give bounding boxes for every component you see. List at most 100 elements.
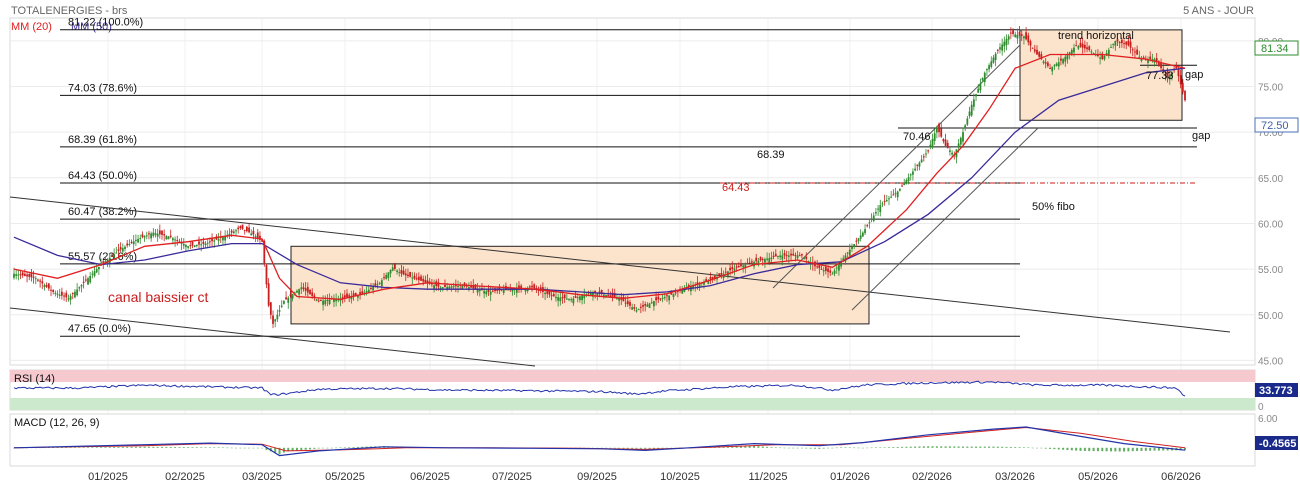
- macd-histogram-bar: [221, 447, 224, 449]
- candle-down: [1175, 67, 1178, 69]
- candle-down: [361, 291, 364, 294]
- candle-down: [794, 255, 797, 257]
- macd-histogram-bar: [879, 447, 882, 448]
- macd-histogram-bar: [126, 446, 129, 448]
- macd-histogram-bar: [761, 446, 764, 448]
- macd-histogram-bar: [961, 446, 964, 448]
- macd-histogram-bar: [1035, 447, 1038, 449]
- candle-down: [141, 234, 144, 238]
- price-tick-label: 50.00: [1258, 311, 1283, 322]
- candle-up: [115, 252, 118, 254]
- price-tick-label: 45.00: [1258, 356, 1283, 367]
- macd-histogram-bar: [91, 447, 94, 448]
- candle-down: [996, 49, 999, 51]
- macd-histogram-bar: [770, 447, 773, 448]
- candle-down: [1025, 32, 1028, 40]
- candle-up: [966, 118, 969, 125]
- candle-up: [91, 273, 94, 275]
- candle-up: [635, 310, 638, 312]
- candle-up: [450, 286, 453, 288]
- candle-up: [851, 246, 853, 249]
- candle-down: [407, 274, 409, 277]
- candle-down: [267, 283, 270, 306]
- candle-up: [581, 295, 583, 301]
- candle-down: [352, 293, 355, 296]
- candle-down: [528, 286, 531, 288]
- candle-up: [1077, 46, 1080, 49]
- candle-up: [957, 143, 960, 147]
- candle-up: [777, 255, 779, 257]
- candle-down: [252, 230, 255, 235]
- candle-down: [474, 284, 477, 289]
- macd-histogram-bar: [905, 446, 908, 448]
- candle-down: [563, 294, 566, 299]
- candle-down: [256, 232, 259, 239]
- macd-histogram-bar: [330, 447, 333, 449]
- candle-down: [561, 297, 564, 299]
- candle-down: [111, 255, 113, 257]
- candle-up: [1042, 61, 1045, 63]
- candle-down: [309, 290, 311, 295]
- candle-up: [250, 233, 253, 236]
- macd-histogram-bar: [657, 447, 660, 449]
- candle-down: [198, 241, 200, 245]
- candle-up: [1107, 49, 1110, 55]
- candle-down: [52, 290, 55, 292]
- candle-down: [304, 288, 307, 291]
- macd-histogram-bar: [1005, 446, 1008, 448]
- candle-up: [76, 289, 79, 296]
- x-tick-label: 02/2026: [912, 471, 952, 483]
- macd-histogram-bar: [1105, 447, 1108, 452]
- candle-down: [735, 266, 738, 268]
- candle-up: [387, 272, 390, 278]
- candle-down: [211, 238, 213, 242]
- macd-histogram-bar: [1157, 447, 1160, 451]
- candle-down: [1125, 41, 1128, 45]
- current-price-value: 72.50: [1261, 120, 1289, 132]
- candle-up: [557, 297, 560, 301]
- candle-up: [274, 319, 277, 322]
- candle-up: [742, 265, 745, 268]
- candle-up: [857, 238, 860, 242]
- candle-down: [940, 128, 943, 137]
- candle-up: [565, 298, 568, 300]
- macd-histogram-bar: [1027, 447, 1030, 448]
- candle-up: [365, 291, 368, 293]
- candle-down: [71, 293, 74, 295]
- candle-up: [121, 248, 124, 252]
- macd-histogram-bar: [1127, 447, 1130, 452]
- candle-up: [441, 287, 444, 289]
- macd-histogram-bar: [161, 446, 164, 448]
- candle-down: [642, 304, 644, 307]
- macd-histogram-bar: [1001, 446, 1004, 448]
- candle-down: [724, 271, 727, 273]
- macd-histogram-bar: [152, 446, 155, 448]
- candle-up: [43, 285, 46, 288]
- candle-down: [1060, 58, 1062, 61]
- candle-down: [359, 292, 361, 295]
- candle-up: [864, 229, 866, 234]
- candle-down: [148, 233, 150, 235]
- candle-down: [239, 226, 242, 229]
- fibonacci-label: 55.57 (23.6%): [68, 251, 137, 263]
- candle-down: [629, 302, 631, 306]
- fibonacci-label: 47.65 (0.0%): [68, 323, 131, 335]
- candle-up: [213, 240, 216, 242]
- candle-up: [78, 287, 81, 289]
- candle-up: [853, 244, 856, 247]
- macd-histogram-bar: [1075, 447, 1078, 451]
- candle-up: [206, 242, 209, 244]
- candle-down: [269, 302, 272, 315]
- macd-histogram-bar: [766, 446, 769, 448]
- macd-histogram-bar: [944, 446, 947, 448]
- macd-histogram-bar: [979, 446, 982, 448]
- macd-histogram-bar: [1144, 447, 1147, 451]
- candle-up: [653, 301, 655, 307]
- candle-down: [1049, 68, 1051, 70]
- macd-histogram-bar: [914, 446, 917, 448]
- macd-histogram-bar: [626, 447, 629, 449]
- candle-up: [838, 264, 840, 271]
- candle-up: [879, 205, 882, 213]
- candle-up: [835, 267, 838, 269]
- macd-value: -0.4565: [1259, 438, 1296, 450]
